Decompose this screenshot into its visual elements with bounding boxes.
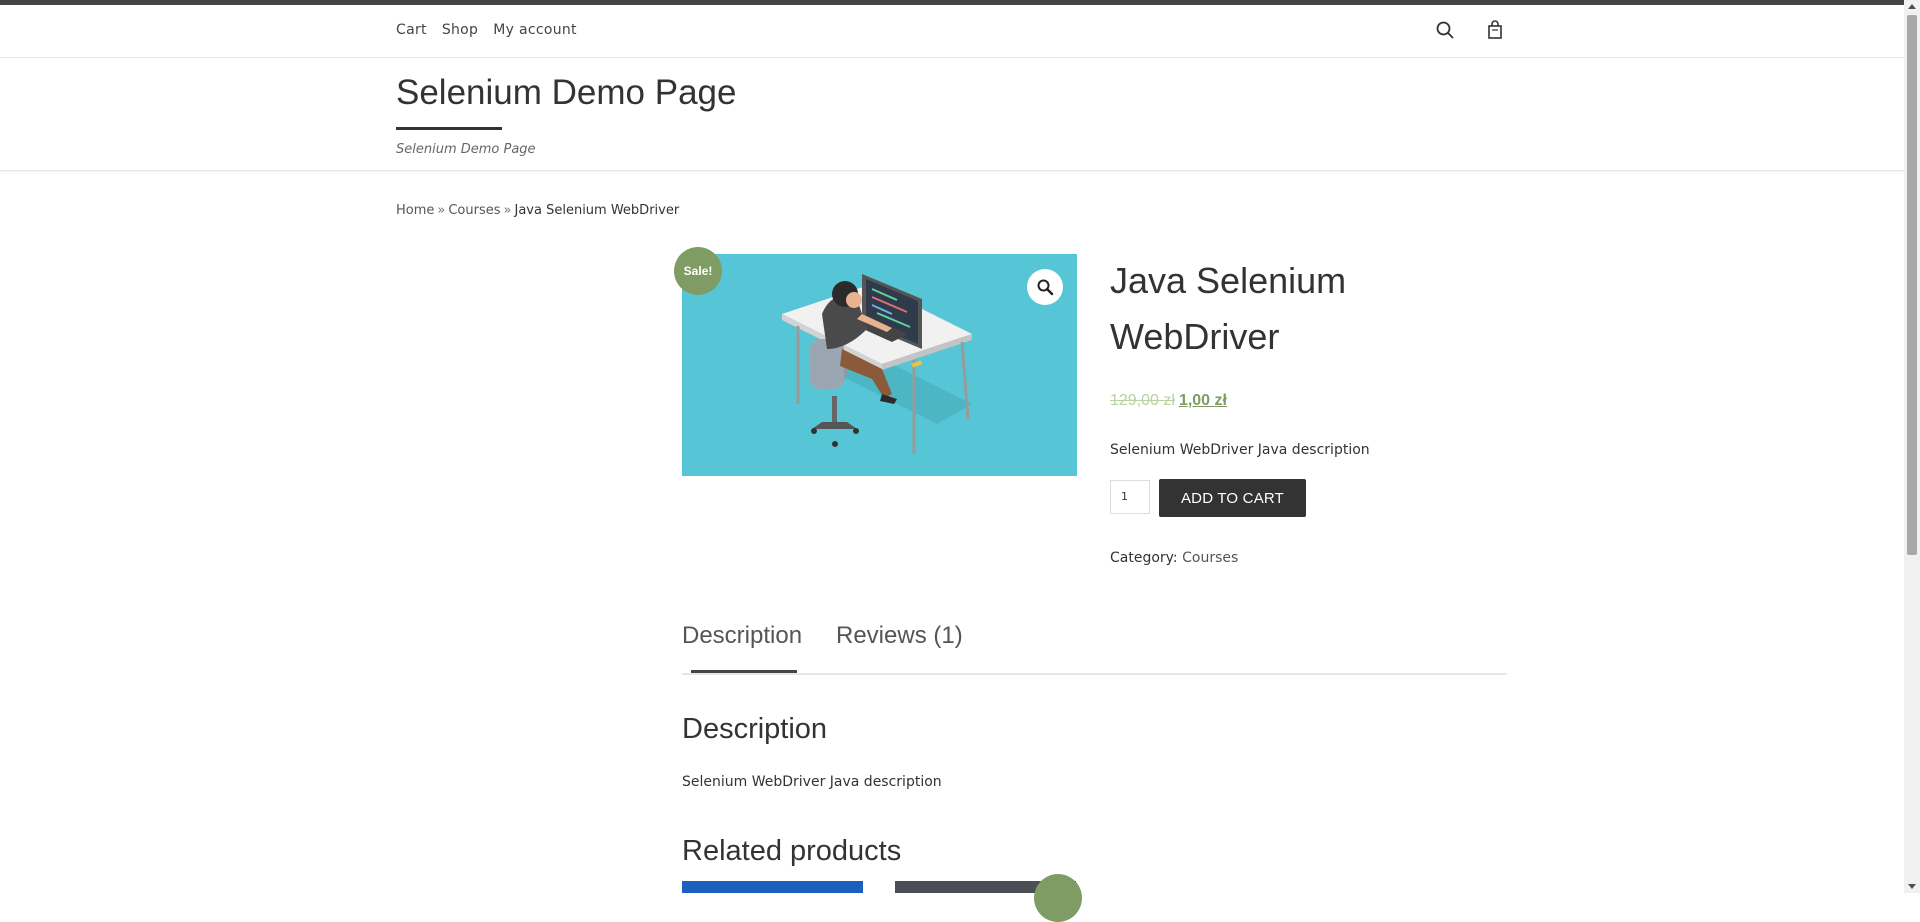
short-description: Selenium WebDriver Java description xyxy=(1110,442,1370,458)
nav-link-shop[interactable]: Shop xyxy=(442,22,478,38)
old-price: 129,00 zł xyxy=(1110,392,1175,409)
scrollbar-thumb[interactable] xyxy=(1907,15,1917,555)
nav-link-cart[interactable]: Cart xyxy=(396,22,427,38)
breadcrumb-separator: » xyxy=(437,203,446,218)
site-branding: Selenium Demo Page Selenium Demo Page xyxy=(0,58,1904,171)
breadcrumb: Home» Courses» Java Selenium WebDriver xyxy=(396,203,679,218)
breadcrumb-courses[interactable]: Courses xyxy=(448,203,500,218)
description-text: Selenium WebDriver Java description xyxy=(682,774,942,790)
developer-illustration xyxy=(782,274,972,454)
product-category: Category: Courses xyxy=(1110,550,1238,566)
category-link[interactable]: Courses xyxy=(1182,550,1238,566)
tab-description[interactable]: Description xyxy=(682,622,802,650)
site-title[interactable]: Selenium Demo Page xyxy=(396,73,736,113)
title-underline xyxy=(396,127,502,130)
related-products-heading: Related products xyxy=(682,835,902,867)
sale-badge: Sale! xyxy=(674,247,722,295)
breadcrumb-current: Java Selenium WebDriver xyxy=(514,203,680,218)
nav-links: Cart Shop My account xyxy=(396,22,577,38)
magnifier-icon xyxy=(1037,279,1054,296)
add-to-cart-button[interactable]: ADD TO CART xyxy=(1159,479,1306,517)
breadcrumb-home[interactable]: Home xyxy=(396,203,434,218)
category-label: Category: xyxy=(1110,550,1178,566)
shopping-bag-icon[interactable] xyxy=(1484,19,1506,41)
quantity-input[interactable]: 1 xyxy=(1110,480,1150,514)
breadcrumb-separator: » xyxy=(503,203,512,218)
zoom-button[interactable] xyxy=(1027,269,1063,305)
related-product-image[interactable] xyxy=(682,881,863,893)
description-heading: Description xyxy=(682,713,828,745)
product-image[interactable] xyxy=(682,254,1077,476)
nav-link-my-account[interactable]: My account xyxy=(493,22,577,38)
scroll-up-arrow-icon[interactable] xyxy=(1908,4,1916,9)
page-scrollbar[interactable] xyxy=(1904,0,1920,893)
product-tabs: Description Reviews (1) xyxy=(682,622,1507,675)
sale-price: 1,00 zł xyxy=(1178,392,1227,409)
related-sale-badge xyxy=(1034,874,1082,922)
product-price: 129,00 zł 1,00 zł xyxy=(1110,392,1227,410)
tab-reviews[interactable]: Reviews (1) xyxy=(836,622,963,650)
site-tagline: Selenium Demo Page xyxy=(396,142,536,157)
active-tab-indicator xyxy=(691,670,797,673)
scroll-down-arrow-icon[interactable] xyxy=(1908,884,1916,889)
top-navigation: Cart Shop My account xyxy=(0,5,1904,58)
search-icon[interactable] xyxy=(1434,19,1456,41)
product-title: Java Selenium WebDriver xyxy=(1110,260,1347,357)
